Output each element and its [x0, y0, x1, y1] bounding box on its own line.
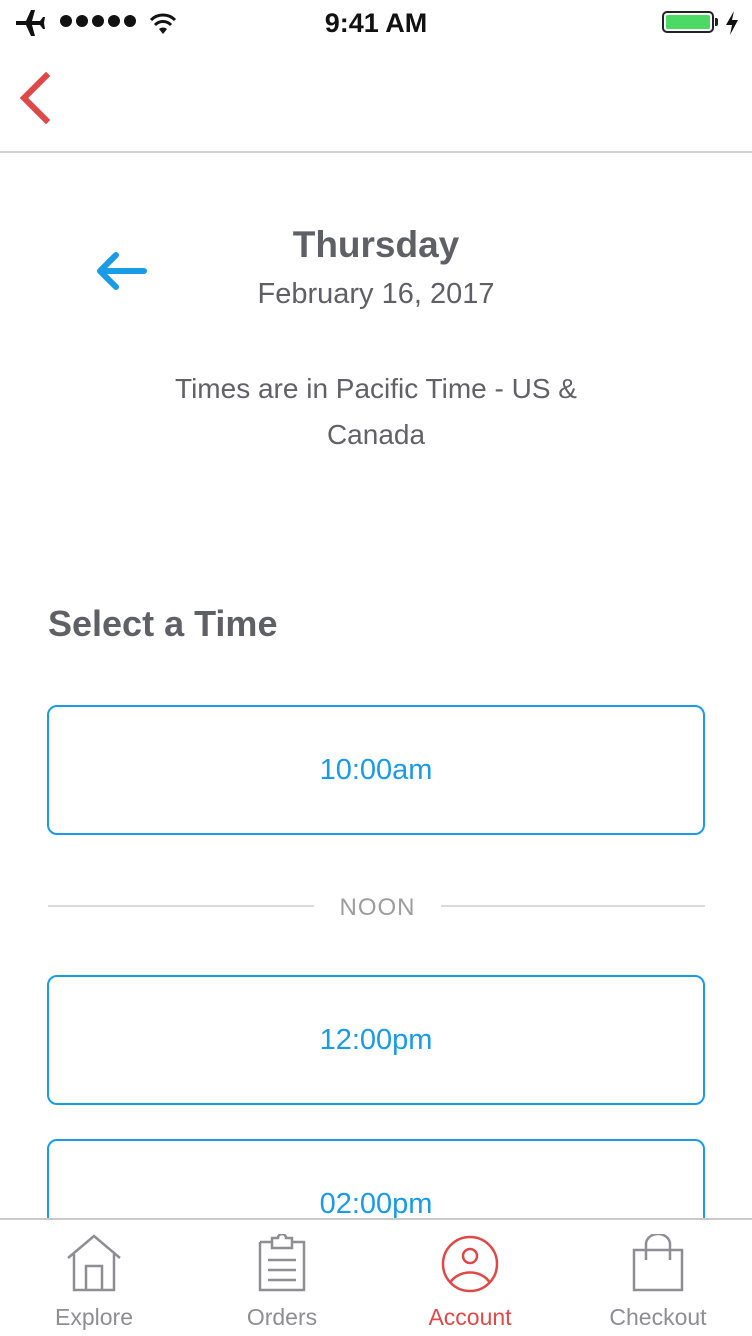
shopping-bag-icon: [632, 1234, 684, 1292]
timezone-note: Times are in Pacific Time - US & Canada: [175, 373, 577, 450]
status-time: 9:41 AM: [324, 8, 428, 38]
time-slot-label: 02:00pm: [319, 1187, 433, 1220]
status-bar: 9:41 AM: [0, 0, 752, 48]
clipboard-icon: [258, 1234, 306, 1292]
divider-line: [441, 905, 705, 907]
tab-account[interactable]: Account: [376, 1220, 564, 1336]
time-slot-button[interactable]: 10:00am: [47, 705, 705, 835]
user-circle-icon: [441, 1235, 499, 1293]
time-slot-button[interactable]: 12:00pm: [47, 975, 705, 1105]
date-subtitle: February 16, 2017: [257, 278, 495, 310]
charging-bolt-icon: [726, 11, 738, 35]
tab-label: Explore: [55, 1304, 133, 1330]
tab-checkout[interactable]: Checkout: [564, 1220, 752, 1336]
chevron-left-icon[interactable]: [16, 70, 56, 126]
time-slot-label: 12:00pm: [319, 1023, 433, 1056]
day-title: Thursday: [292, 224, 460, 265]
tab-label: Orders: [246, 1304, 318, 1330]
navigation-bar: [0, 48, 752, 153]
tab-bar: Explore Orders Account Checkout: [0, 1218, 752, 1336]
section-title: Select a Time: [48, 603, 278, 644]
time-slot-label: 10:00am: [319, 753, 433, 786]
tab-label: Account: [428, 1304, 512, 1330]
tab-explore[interactable]: Explore: [0, 1220, 188, 1336]
house-icon: [67, 1234, 121, 1292]
battery-tip: [715, 18, 718, 26]
battery-icon: [662, 11, 714, 33]
tab-orders[interactable]: Orders: [188, 1220, 376, 1336]
tab-label: Checkout: [609, 1304, 707, 1330]
divider-line: [48, 905, 314, 907]
noon-divider-label: NOON: [339, 894, 416, 921]
